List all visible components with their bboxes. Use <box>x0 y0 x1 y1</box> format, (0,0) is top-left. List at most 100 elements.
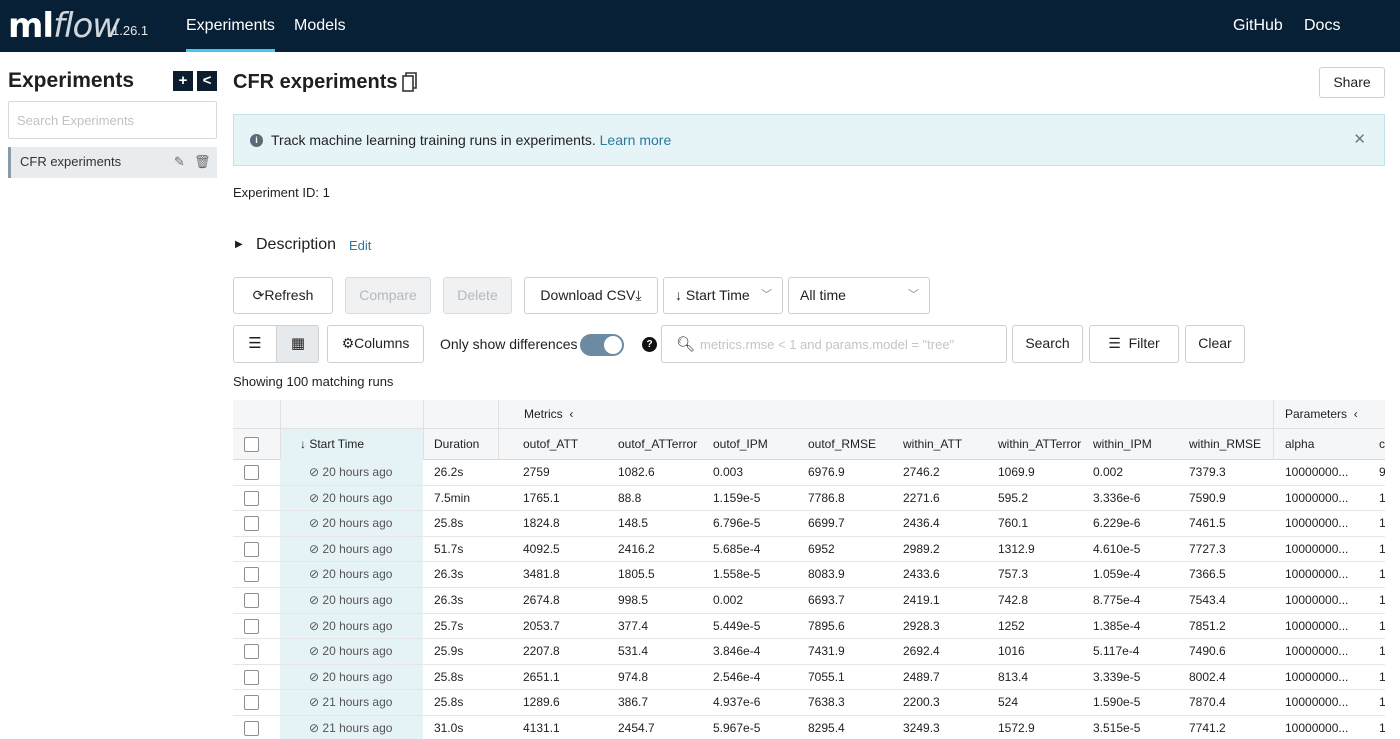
column-header-within-att[interactable]: within_ATT <box>903 432 993 458</box>
question-icon[interactable]: ? <box>642 337 657 352</box>
sort-select[interactable]: ↓ Start Time ﹀ <box>663 277 783 314</box>
run-start-time-link[interactable]: ⊘ 20 hours ago <box>309 665 442 691</box>
parameters-group-header[interactable]: Parameters ‹ <box>1285 400 1385 429</box>
table-cell: 7590.9 <box>1189 490 1226 505</box>
table-cell: 10000000... <box>1285 516 1349 531</box>
column-header-c[interactable]: c <box>1379 432 1385 458</box>
list-view-icon[interactable]: ☰ <box>234 326 276 362</box>
table-cell: 10000000... <box>1285 644 1349 659</box>
table-cell: 1 <box>1379 490 1385 505</box>
only-show-differences-label: Only show differences <box>440 336 578 352</box>
table-cell: 1 <box>1379 695 1385 710</box>
run-start-time-link[interactable]: ⊘ 20 hours ago <box>309 460 442 486</box>
table-cell: 7727.3 <box>1189 541 1226 556</box>
close-icon[interactable]: ✕ <box>1353 130 1366 148</box>
row-checkbox[interactable] <box>244 669 259 685</box>
run-start-time-link[interactable]: ⊘ 20 hours ago <box>309 588 442 614</box>
table-cell: 1069.9 <box>998 465 1035 479</box>
table-view-icon[interactable]: ▦ <box>276 326 318 362</box>
row-checkbox[interactable] <box>244 567 259 583</box>
table-cell: 2692.4 <box>903 644 940 659</box>
row-checkbox[interactable] <box>244 516 259 532</box>
compare-button[interactable]: Compare <box>345 277 431 314</box>
table-cell: 1289.6 <box>523 695 560 710</box>
clear-button[interactable]: Clear <box>1185 325 1245 363</box>
column-header-start-time[interactable]: ↓ Start Time <box>300 432 433 458</box>
column-header-duration[interactable]: Duration <box>434 432 498 458</box>
table-cell: 1.558e-5 <box>713 567 761 582</box>
sidebar-item-cfr-experiments[interactable]: CFR experiments ✎ 🗑 <box>8 147 217 178</box>
table-cell: 1 <box>1379 618 1385 633</box>
table-cell: 26.3s <box>434 567 464 582</box>
row-checkbox[interactable] <box>244 644 259 660</box>
run-start-time-link[interactable]: ⊘ 20 hours ago <box>309 639 442 665</box>
nav-models[interactable]: Models <box>294 17 346 35</box>
row-checkbox[interactable] <box>244 695 259 711</box>
select-all-checkbox[interactable] <box>244 437 259 452</box>
only-show-differences-switch[interactable] <box>580 334 624 356</box>
share-button[interactable]: Share <box>1319 67 1385 98</box>
run-start-time-link[interactable]: ⊘ 20 hours ago <box>309 562 442 588</box>
refresh-button[interactable]: ⟳Refresh <box>233 277 333 314</box>
table-cell: 7638.3 <box>808 695 845 710</box>
table-cell: 5.449e-5 <box>713 618 761 633</box>
row-checkbox[interactable] <box>244 593 259 608</box>
description-toggle[interactable]: Description <box>256 236 336 254</box>
row-checkbox[interactable] <box>244 721 259 736</box>
run-start-time-link[interactable]: ⊘ 21 hours ago <box>309 716 442 739</box>
search-experiments-input[interactable] <box>8 101 217 139</box>
column-header-outof-att[interactable]: outof_ATT <box>523 432 613 458</box>
trash-icon[interactable]: 🗑 <box>194 154 211 170</box>
table-cell: 10000000... <box>1285 593 1349 607</box>
table-cell: 6693.7 <box>808 593 845 607</box>
download-csv-button[interactable]: Download CSV⤓ <box>524 277 658 314</box>
column-header-outof-rmse[interactable]: outof_RMSE <box>808 432 898 458</box>
column-header-within-atterror[interactable]: within_ATTerror <box>998 432 1088 458</box>
runs-search-input[interactable] <box>700 334 1000 354</box>
search-button[interactable]: Search <box>1012 325 1083 363</box>
column-header-outof-ipm[interactable]: outof_IPM <box>713 432 803 458</box>
sidebar-title: Experiments <box>8 69 135 92</box>
learn-more-link[interactable]: Learn more <box>600 132 672 148</box>
run-start-time-link[interactable]: ⊘ 20 hours ago <box>309 511 442 537</box>
add-experiment-button[interactable]: + <box>173 71 193 91</box>
column-header-alpha[interactable]: alpha <box>1285 432 1375 458</box>
run-start-time-link[interactable]: ⊘ 21 hours ago <box>309 690 442 716</box>
time-range-select[interactable]: All time ﹀ <box>788 277 930 314</box>
nav-github[interactable]: GitHub <box>1233 17 1283 35</box>
collapse-sidebar-button[interactable]: < <box>197 71 217 91</box>
table-cell: 7461.5 <box>1189 516 1226 531</box>
edit-description-link[interactable]: Edit <box>349 238 371 253</box>
edit-icon[interactable]: ✎ <box>174 154 185 170</box>
run-start-time-link[interactable]: ⊘ 20 hours ago <box>309 614 442 640</box>
column-header-outof-atterror[interactable]: outof_ATTerror <box>618 432 708 458</box>
table-cell: 10000000... <box>1285 541 1349 556</box>
row-checkbox[interactable] <box>244 541 259 557</box>
columns-button[interactable]: ⚙Columns <box>327 325 424 363</box>
delete-button[interactable]: Delete <box>443 277 512 314</box>
nav-docs[interactable]: Docs <box>1304 17 1340 35</box>
table-cell: 2.546e-4 <box>713 669 761 684</box>
mlflow-logo[interactable]: mlflow <box>8 6 120 46</box>
info-banner: i Track machine learning training runs i… <box>233 114 1385 166</box>
table-cell: 2489.7 <box>903 669 940 684</box>
row-checkbox[interactable] <box>244 490 259 506</box>
row-checkbox[interactable] <box>244 618 259 634</box>
metrics-group-header[interactable]: Metrics ‹ <box>524 400 724 429</box>
view-mode-toggle: ☰ ▦ <box>233 325 319 363</box>
filter-button[interactable]: ☰ Filter <box>1089 325 1179 363</box>
copy-icon[interactable] <box>402 72 417 92</box>
run-start-time-link[interactable]: ⊘ 20 hours ago <box>309 486 442 512</box>
run-start-time-link[interactable]: ⊘ 20 hours ago <box>309 537 442 563</box>
table-cell: 998.5 <box>618 593 649 607</box>
nav-experiments[interactable]: Experiments <box>186 17 275 52</box>
table-cell: 0.003 <box>713 465 744 479</box>
table-cell: 9 <box>1379 465 1385 479</box>
top-navbar: mlflow 1.26.1 Experiments Models GitHub … <box>0 0 1400 52</box>
column-header-within-rmse[interactable]: within_RMSE <box>1189 432 1279 458</box>
table-cell: 3.846e-4 <box>713 644 761 659</box>
row-checkbox[interactable] <box>244 465 259 480</box>
column-header-within-ipm[interactable]: within_IPM <box>1093 432 1183 458</box>
table-cell: 4.610e-5 <box>1093 541 1141 556</box>
caret-right-icon[interactable]: ▶ <box>235 239 243 250</box>
